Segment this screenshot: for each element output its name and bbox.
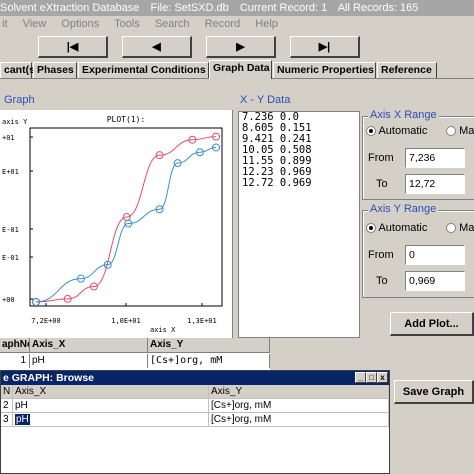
menu-help[interactable]: Help xyxy=(255,18,278,30)
y-tick-label: E+01 xyxy=(2,168,19,176)
axis-x-manual-radio[interactable]: Ma xyxy=(446,125,474,137)
prev-record-icon: ◀ xyxy=(152,41,161,53)
tab-phases[interactable]: Phases xyxy=(33,62,77,78)
x-tick-label: 1,3E+01 xyxy=(187,317,217,325)
grid-header-graphno: aphNo xyxy=(2,338,30,352)
window-titlebar: Solvent eXtraction Database File: SetSXD… xyxy=(0,0,474,16)
plot-panel: PLOT(1): axis Y axis X +01 E+01 E-01 E-01 +00 7,… xyxy=(0,110,233,339)
graph-label: Graph xyxy=(4,94,35,106)
tab-numeric-properties[interactable]: Numeric Properties xyxy=(273,62,376,78)
first-record-button[interactable]: |◀ xyxy=(38,36,108,58)
axis-x-to-field[interactable]: 12,72 xyxy=(405,174,465,194)
radio-icon xyxy=(366,126,376,137)
grid-cell-axis-x: pH xyxy=(30,354,148,368)
radio-icon xyxy=(446,126,456,137)
tab-strip: cant(s) Phases Experimental Conditions G… xyxy=(0,60,474,79)
series-line-1 xyxy=(35,136,217,303)
next-record-button[interactable]: ▶ xyxy=(206,36,276,58)
plot-title: PLOT(1): xyxy=(107,115,146,124)
close-icon[interactable]: x xyxy=(377,372,388,383)
y-tick-label: +01 xyxy=(2,134,15,142)
browse-header-row: N Axis_X Axis_Y xyxy=(1,385,389,399)
axis-x-from-field[interactable]: 7,236 xyxy=(405,148,465,168)
file-name: File: SetSXD.db xyxy=(150,2,229,14)
plot-chart: PLOT(1): axis Y axis X +01 E+01 E-01 E-01 +00 7,… xyxy=(2,115,223,334)
tab-graph-data[interactable]: Graph Data xyxy=(209,60,272,79)
table-row[interactable]: 2 pH [Cs+]org, mM xyxy=(1,399,389,413)
grid-header-axis-x: Axis_X xyxy=(30,338,148,352)
browse-titlebar: e GRAPH: Browse _ □ x xyxy=(1,371,389,385)
x-tick-label: 1,0E+01 xyxy=(111,317,141,325)
maximize-icon[interactable]: □ xyxy=(366,372,377,383)
x-axis-label: axis X xyxy=(150,326,176,334)
axis-y-from-label: From xyxy=(368,249,394,261)
table-row[interactable]: 3 pH [Cs+]org, mM xyxy=(1,413,389,427)
axis-y-manual-label: Ma xyxy=(459,222,474,234)
axis-x-range-title: Axis X Range xyxy=(368,109,439,121)
xy-data-label: X - Y Data xyxy=(240,94,291,106)
y-tick-label: E-01 xyxy=(2,254,19,262)
browse-header-axis-y: Axis_Y xyxy=(209,385,389,399)
grid-cell-axis-y: [Cs+]org, mM xyxy=(148,354,270,368)
browse-cell-axis-y: [Cs+]org, mM xyxy=(209,399,389,413)
axis-x-automatic-label: Automatic xyxy=(378,125,428,137)
tab-components[interactable]: cant(s) xyxy=(0,62,38,78)
table-row[interactable]: 1 pH [Cs+]org, mM xyxy=(0,354,270,368)
menu-options[interactable]: Options xyxy=(61,18,99,30)
browse-cell-axis-x: pH xyxy=(13,399,209,413)
axis-x-from-label: From xyxy=(368,152,394,164)
axis-y-manual-radio[interactable]: Ma xyxy=(446,222,474,234)
axis-y-range-title: Axis Y Range xyxy=(368,203,439,215)
last-record-button[interactable]: ▶| xyxy=(290,36,360,58)
browse-header-axis-x: Axis_X xyxy=(13,385,209,399)
axis-y-to-field[interactable]: 0,969 xyxy=(405,271,465,291)
x-tick-label: 7,2E+00 xyxy=(31,317,61,325)
y-tick-label: E-01 xyxy=(2,226,19,234)
last-record-icon: ▶| xyxy=(318,41,331,53)
y-tick-label: +00 xyxy=(2,296,15,304)
menu-tools[interactable]: Tools xyxy=(114,18,140,30)
series-line-2 xyxy=(35,146,217,303)
menu-bar: it View Options Tools Search Record Help xyxy=(0,16,474,32)
menu-edit[interactable]: it xyxy=(2,18,8,30)
all-records: All Records: 165 xyxy=(337,2,419,14)
app-title: Solvent eXtraction Database xyxy=(0,2,140,14)
tab-reference[interactable]: Reference xyxy=(377,62,437,78)
save-graph-button[interactable]: Save Graph xyxy=(394,380,474,404)
browse-cell-n: 3 xyxy=(1,413,13,427)
axis-x-to-label: To xyxy=(376,178,388,190)
tab-experimental-conditions[interactable]: Experimental Conditions xyxy=(78,62,209,78)
browse-window: e GRAPH: Browse _ □ x N Axis_X Axis_Y 2 … xyxy=(0,370,390,474)
browse-cell-axis-y: [Cs+]org, mM xyxy=(209,413,389,427)
first-record-icon: |◀ xyxy=(66,41,79,53)
radio-icon xyxy=(446,223,456,234)
axis-y-from-field[interactable]: 0 xyxy=(405,245,465,265)
browse-title: e GRAPH: Browse xyxy=(3,372,95,384)
axis-x-manual-label: Ma xyxy=(459,125,474,137)
browse-cell-selected[interactable]: pH xyxy=(15,414,30,425)
prev-record-button[interactable]: ◀ xyxy=(122,36,192,58)
browse-cell-axis-x[interactable]: pH xyxy=(13,413,209,427)
axis-x-automatic-radio[interactable]: Automatic xyxy=(366,125,427,137)
minimize-icon[interactable]: _ xyxy=(355,372,366,383)
axis-y-to-label: To xyxy=(376,275,388,287)
axis-y-automatic-radio[interactable]: Automatic xyxy=(366,222,427,234)
current-record: Current Record: 1 xyxy=(239,2,328,14)
graph-grid: aphNo Axis_X Axis_Y 1 pH [Cs+]org, mM xyxy=(0,338,270,374)
menu-record[interactable]: Record xyxy=(205,18,240,30)
grid-header-axis-y: Axis_Y xyxy=(148,338,270,352)
menu-search[interactable]: Search xyxy=(155,18,190,30)
xy-data-row: 12.72 0.969 xyxy=(242,177,312,189)
next-record-icon: ▶ xyxy=(236,41,245,53)
add-plot-button[interactable]: Add Plot... xyxy=(390,312,474,336)
radio-icon xyxy=(366,223,376,234)
xy-data-list[interactable]: 7.236 0.0 8.605 0.151 9.421 0.241 10.05 … xyxy=(238,111,360,338)
menu-view[interactable]: View xyxy=(23,18,47,30)
browse-header-n: N xyxy=(1,385,13,399)
browse-cell-n: 2 xyxy=(1,399,13,413)
axis-y-automatic-label: Automatic xyxy=(378,222,428,234)
y-axis-label: axis Y xyxy=(2,118,28,126)
grid-cell-graphno: 1 xyxy=(0,354,30,368)
grid-header-row: aphNo Axis_X Axis_Y xyxy=(0,338,270,353)
